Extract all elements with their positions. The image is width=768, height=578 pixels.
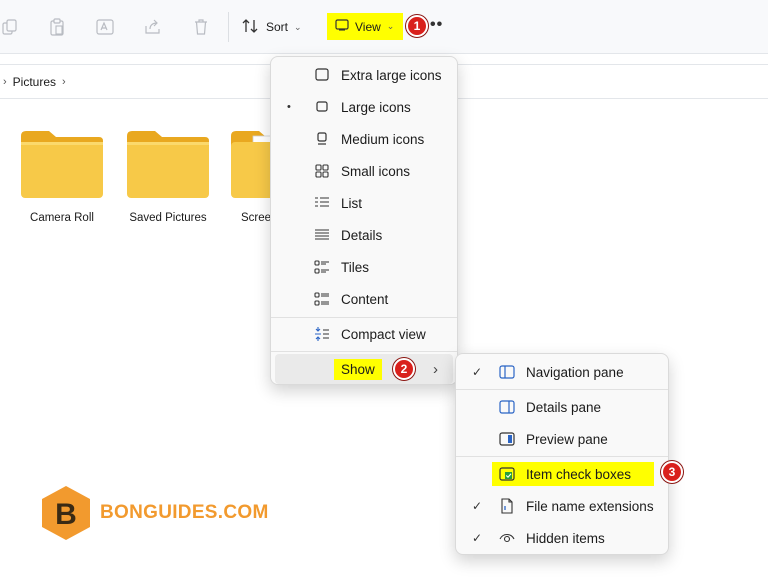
view-label: View [355,19,381,34]
step-badge-1: 1 [406,15,428,37]
folder-icon [125,128,211,200]
check-icon: ✓ [472,499,483,513]
menu-item-content[interactable]: Content [275,284,453,314]
paste-icon[interactable] [46,16,68,38]
selected-dot: • [287,101,291,113]
menu-item-details-pane[interactable]: Details pane [460,392,664,422]
delete-icon[interactable] [190,16,212,38]
menu-item-preview-pane[interactable]: Preview pane [460,424,664,454]
check-icon: ✓ [472,531,483,545]
sort-icon [242,18,260,37]
menu-item-small-icons[interactable]: Small icons [275,156,453,186]
menu-divider [271,351,457,352]
file-extensions-icon [498,497,516,515]
folder-item[interactable]: Camera Roll [17,128,107,224]
menu-item-compact-view[interactable]: Compact view [275,319,453,349]
medium-icons-icon [313,130,331,148]
copy-icon[interactable] [0,16,22,38]
show-submenu: ✓ Navigation pane Details pane Preview p… [455,353,669,555]
toolbar-divider [228,12,229,42]
menu-item-extra-large-icons[interactable]: Extra large icons [275,60,453,90]
sort-label: Sort [266,20,289,34]
see-more-button[interactable]: •• [430,17,443,33]
folder-item[interactable]: Saved Pictures [123,128,213,224]
tiles-icon [313,258,331,276]
navigation-pane-icon [498,363,516,381]
share-icon[interactable] [142,16,164,38]
logo-text: BONGUIDES.COM [100,502,269,523]
menu-item-details[interactable]: Details [275,220,453,250]
item-check-boxes-icon [498,465,516,483]
menu-item-hidden-items[interactable]: ✓ Hidden items [460,523,664,553]
menu-item-item-check-boxes[interactable]: Item check boxes [460,459,664,489]
chevron-down-icon: ⌄ [386,21,395,31]
list-icon [313,194,331,212]
view-menu: Extra large icons • Large icons Medium i… [270,56,458,385]
bonguides-logo: B BONGUIDES.COM [40,484,269,542]
preview-pane-icon [498,430,516,448]
menu-divider [456,456,668,457]
folder-label: Scree [241,212,272,224]
menu-item-large-icons[interactable]: • Large icons [275,92,453,122]
menu-item-list[interactable]: List [275,188,453,218]
menu-item-medium-icons[interactable]: Medium icons [275,124,453,154]
menu-item-file-name-extensions[interactable]: ✓ File name extensions [460,491,664,521]
breadcrumb-separator[interactable]: › [3,76,7,88]
logo-hexagon-icon: B [42,486,90,540]
large-icons-icon [313,98,331,116]
compact-view-icon [313,325,331,343]
extra-large-icons-icon [313,66,331,84]
svg-text:B: B [55,498,77,531]
folder-icon [19,128,105,200]
chevron-down-icon: ⌄ [294,21,302,32]
details-icon [313,226,331,244]
show-label: Show [334,358,382,380]
view-button[interactable]: View ⌄ [327,13,403,40]
hidden-items-icon [498,529,516,547]
folder-label: Saved Pictures [129,212,207,224]
chevron-right-icon: › [433,360,438,378]
step-badge-2: 2 [393,358,415,380]
menu-item-show[interactable]: Show › [275,354,453,384]
breadcrumb-item-pictures[interactable]: Pictures [13,75,56,89]
folder-icon [229,128,273,200]
view-icon [335,19,349,34]
command-bar: Sort ⌄ View ⌄ 1 •• [0,0,768,54]
sort-button[interactable]: Sort ⌄ [242,16,302,38]
content-icon [313,290,331,308]
menu-item-navigation-pane[interactable]: ✓ Navigation pane [460,357,664,387]
menu-item-tiles[interactable]: Tiles [275,252,453,282]
rename-icon[interactable] [94,16,116,38]
small-icons-icon [313,162,331,180]
step-badge-3: 3 [661,461,683,483]
menu-divider [456,389,668,390]
folder-label: Camera Roll [30,212,94,224]
folder-item[interactable]: Scree [229,128,273,224]
menu-divider [271,317,457,318]
breadcrumb-separator[interactable]: › [62,76,66,88]
check-icon: ✓ [472,365,483,379]
details-pane-icon [498,398,516,416]
